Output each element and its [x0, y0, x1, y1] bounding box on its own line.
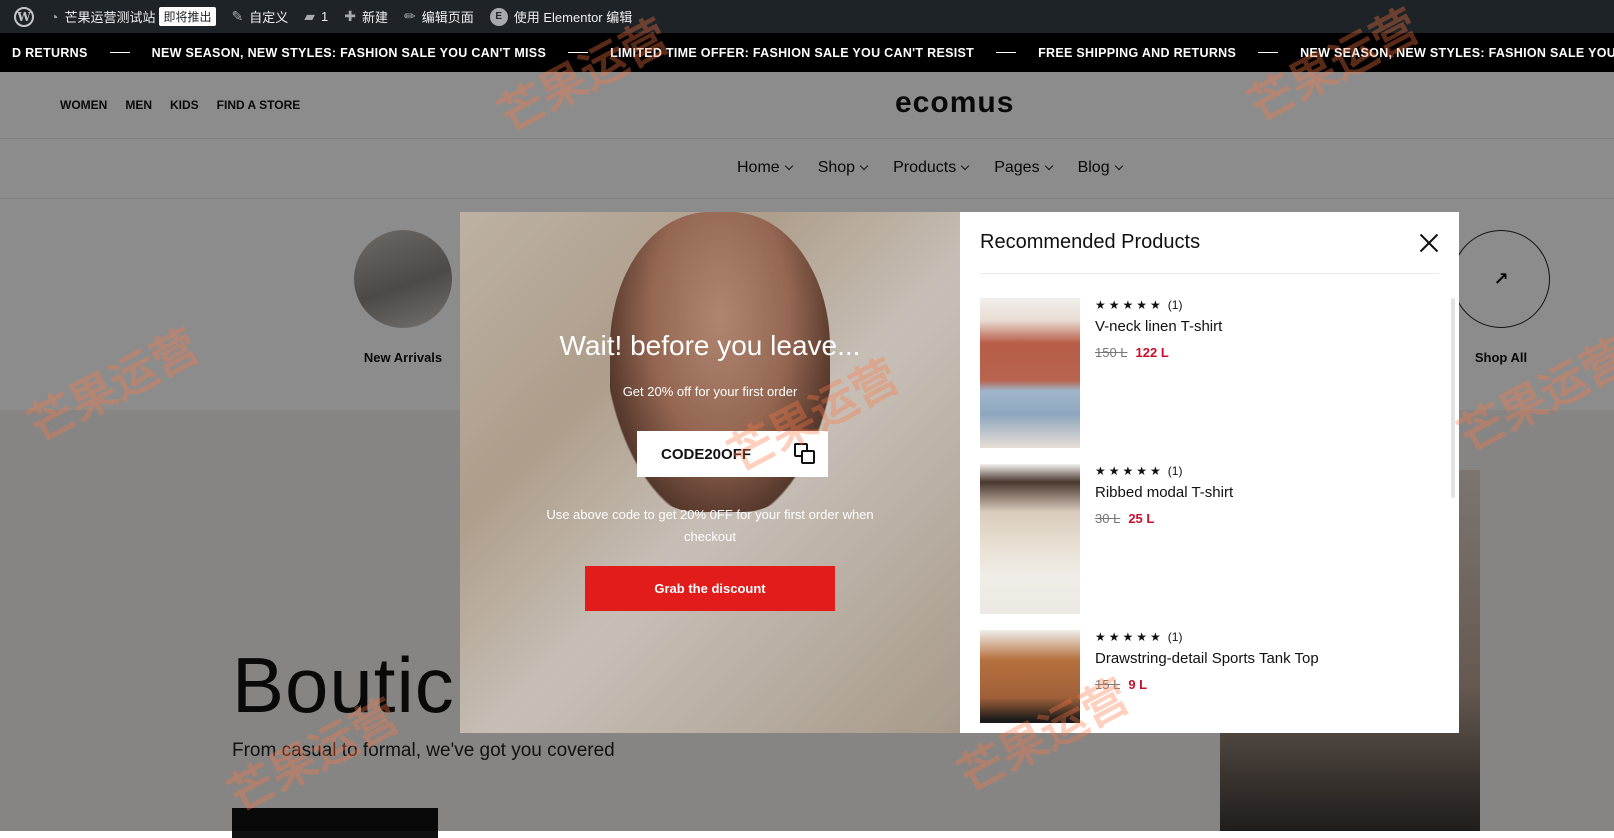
old-price: 150 L — [1095, 345, 1128, 360]
product-name[interactable]: Ribbed modal T-shirt — [1095, 484, 1233, 501]
wordpress-logo-menu[interactable]: W — [6, 0, 42, 33]
plus-icon: ✚ — [344, 8, 356, 24]
elementor-label: 使用 Elementor 编辑 — [513, 10, 633, 25]
admin-bar: W ◔ 芒果运营测试站 即将推出 ✎ 自定义 ▰ 1 ✚ 新建 ✏ 编辑页面 E… — [0, 0, 1614, 33]
site-name: 芒果运营测试站 — [64, 10, 156, 25]
product-item[interactable]: ★★★★★ (1) Ribbed modal T-shirt 30 L 25 L — [980, 464, 1439, 630]
recommended-header: Recommended Products — [980, 212, 1439, 274]
close-icon[interactable] — [1419, 233, 1439, 253]
rating-stars: ★★★★★ (1) — [1095, 630, 1319, 644]
edit-page-label: 编辑页面 — [421, 10, 474, 25]
edit-page-menu[interactable]: ✏ 编辑页面 — [396, 0, 482, 33]
product-prices: 150 L 122 L — [1095, 345, 1222, 360]
wordpress-icon: W — [14, 6, 34, 27]
ticker-separator — [1258, 52, 1279, 53]
sale-price: 25 L — [1128, 511, 1155, 526]
product-list: ★★★★★ (1) V-neck linen T-shirt 150 L 122 L… — [980, 298, 1439, 723]
recommended-products-panel: Recommended Products ★★★★★ (1) V-neck lin… — [960, 212, 1459, 733]
comments-menu[interactable]: ▰ 1 — [296, 0, 336, 33]
ticker-item: FREE SHIPPING AND RETURNS — [1038, 45, 1237, 60]
product-item[interactable]: ★★★★★ (1) Drawstring-detail Sports Tank T… — [980, 630, 1439, 723]
exit-intent-popup: Wait! before you leave... Get 20% off fo… — [460, 212, 1459, 733]
ticker-item: NEW SEASON, NEW STYLES: FASHION SALE YOU… — [1300, 45, 1614, 60]
site-name-menu[interactable]: ◔ 芒果运营测试站 即将推出 — [42, 0, 224, 33]
review-count: (1) — [1167, 630, 1183, 644]
announcement-ticker: D RETURNS NEW SEASON, NEW STYLES: FASHIO… — [0, 33, 1614, 72]
copy-icon[interactable] — [794, 443, 816, 465]
ticker-item: NEW SEASON, NEW STYLES: FASHION SALE YOU… — [151, 45, 547, 60]
comments-count: 1 — [321, 9, 329, 24]
ticker-separator — [568, 52, 589, 53]
rating-stars: ★★★★★ (1) — [1095, 464, 1233, 478]
discount-code-box[interactable]: CODE20OFF — [637, 431, 828, 477]
new-label: 新建 — [362, 10, 389, 25]
product-list-scrollbar[interactable] — [1451, 298, 1455, 498]
product-info: ★★★★★ (1) Ribbed modal T-shirt 30 L 25 L — [1095, 464, 1233, 630]
popup-title: Wait! before you leave... — [559, 330, 861, 361]
stars-icon: ★★★★★ — [1095, 298, 1164, 312]
customize-menu[interactable]: ✎ 自定义 — [224, 0, 297, 33]
pencil-icon: ✏ — [404, 8, 416, 24]
review-count: (1) — [1167, 464, 1183, 478]
sale-price: 122 L — [1135, 345, 1169, 360]
product-image[interactable] — [980, 464, 1080, 614]
stars-icon: ★★★★★ — [1095, 464, 1164, 478]
ticker-item: D RETURNS — [12, 45, 88, 60]
popup-note: Use above code to get 20% 0FF for your f… — [546, 507, 874, 544]
rating-stars: ★★★★★ (1) — [1095, 298, 1222, 312]
ticker-separator — [996, 52, 1017, 53]
ticker-track: D RETURNS NEW SEASON, NEW STYLES: FASHIO… — [0, 33, 1614, 72]
ticker-item: LIMITED TIME OFFER: FASHION SALE YOU CAN… — [610, 45, 975, 60]
sale-price: 9 L — [1128, 677, 1148, 692]
popup-promo-panel: Wait! before you leave... Get 20% off fo… — [460, 212, 960, 733]
product-name[interactable]: V-neck linen T-shirt — [1095, 318, 1222, 335]
product-item[interactable]: ★★★★★ (1) V-neck linen T-shirt 150 L 122 L — [980, 298, 1439, 464]
dashboard-icon: ◔ — [50, 8, 59, 25]
product-info: ★★★★★ (1) Drawstring-detail Sports Tank T… — [1095, 630, 1319, 723]
stars-icon: ★★★★★ — [1095, 630, 1164, 644]
review-count: (1) — [1167, 298, 1183, 312]
recommended-title: Recommended Products — [980, 231, 1201, 253]
new-content-menu[interactable]: ✚ 新建 — [336, 0, 396, 33]
grab-discount-button[interactable]: Grab the discount — [585, 566, 835, 611]
product-prices: 30 L 25 L — [1095, 511, 1233, 526]
popup-subtitle: Get 20% off for your first order — [622, 384, 798, 399]
product-prices: 15 L 9 L — [1095, 677, 1319, 692]
elementor-edit-menu[interactable]: E 使用 Elementor 编辑 — [482, 0, 640, 33]
discount-code: CODE20OFF — [661, 445, 752, 463]
brush-icon: ✎ — [231, 8, 244, 24]
customize-label: 自定义 — [249, 10, 289, 25]
product-name[interactable]: Drawstring-detail Sports Tank Top — [1095, 650, 1319, 667]
coming-soon-badge[interactable]: 即将推出 — [159, 7, 216, 26]
ticker-separator — [109, 52, 130, 53]
elementor-icon: E — [489, 7, 508, 26]
product-image[interactable] — [980, 630, 1080, 723]
old-price: 30 L — [1095, 511, 1121, 526]
comment-icon: ▰ — [304, 8, 316, 24]
product-image[interactable] — [980, 298, 1080, 448]
product-info: ★★★★★ (1) V-neck linen T-shirt 150 L 122 L — [1095, 298, 1222, 464]
old-price: 15 L — [1095, 677, 1121, 692]
